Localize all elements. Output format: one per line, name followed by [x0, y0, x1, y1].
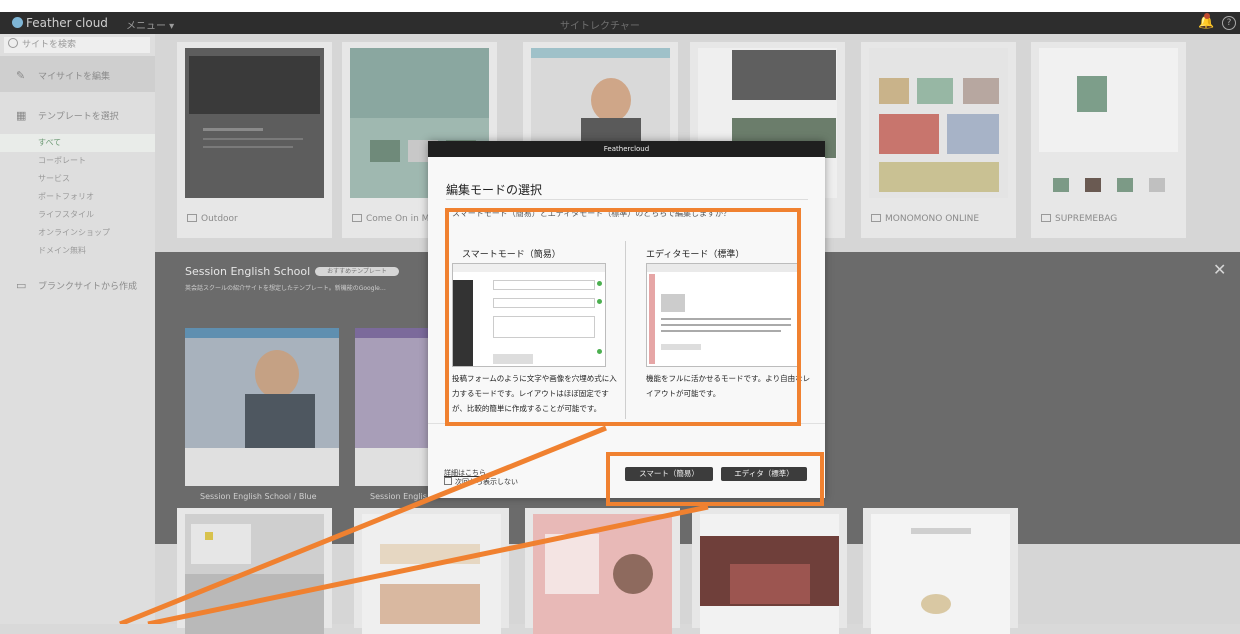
template-card[interactable]: [177, 508, 332, 634]
template-card[interactable]: [863, 508, 1018, 634]
sidebar-item-label: マイサイトを編集: [38, 72, 111, 82]
template-caption: SUPREMEBAG: [1041, 214, 1117, 224]
sidebar-item-my-sites[interactable]: ✎ マイサイトを編集: [0, 56, 155, 92]
search-placeholder: サイトを検索: [22, 40, 77, 50]
template-detail-title: Session English School: [185, 265, 311, 278]
template-card[interactable]: [525, 508, 680, 634]
feather-logo-icon: [12, 17, 23, 28]
category-all[interactable]: すべて: [0, 134, 155, 152]
dont-show-again-checkbox[interactable]: 次回から表示しない: [444, 477, 518, 487]
template-thumbnail: [533, 514, 672, 634]
template-row: [155, 508, 1240, 634]
template-thumbnail: [362, 514, 501, 634]
category-free-domain[interactable]: ドメイン無料: [0, 242, 155, 260]
category-lifestyle[interactable]: ライフスタイル: [0, 206, 155, 224]
template-card[interactable]: MONOMONO ONLINE: [861, 42, 1016, 238]
category-corporate[interactable]: コーポレート: [0, 152, 155, 170]
sidebar-item-choose-template[interactable]: ▦ テンプレートを選択: [0, 96, 155, 132]
highlight-mode-options: [445, 208, 801, 426]
dialog-header: Feathercloud: [428, 141, 825, 157]
checkbox-icon: [444, 477, 452, 485]
browser-chrome-strip: [0, 0, 1240, 12]
template-thumbnail: [869, 48, 1008, 198]
template-card[interactable]: SUPREMEBAG: [1031, 42, 1186, 238]
notification-badge: [1204, 13, 1210, 19]
template-card[interactable]: [692, 508, 847, 634]
template-thumbnail: [1039, 48, 1178, 198]
search-icon: [8, 38, 18, 48]
template-grid-icon: ▦: [16, 109, 27, 122]
highlight-mode-buttons: [606, 452, 824, 506]
category-service[interactable]: サービス: [0, 170, 155, 188]
sidebar-item-label: テンプレートを選択: [38, 112, 119, 122]
app-logo-text: Feather cloud: [26, 16, 108, 30]
sidebar-item-label: ブランクサイトから作成: [38, 282, 138, 292]
category-online-shop[interactable]: オンラインショップ: [0, 224, 155, 242]
blank-site-icon: ▭: [16, 279, 27, 292]
checkbox-label: 次回から表示しない: [455, 478, 518, 486]
page-title: サイトレクチャー: [560, 21, 640, 32]
variant-caption: Session English School / Purple: [370, 492, 427, 501]
category-portfolio[interactable]: ポートフォリオ: [0, 188, 155, 206]
template-caption: MONOMONO ONLINE: [871, 214, 979, 224]
template-card[interactable]: Outdoor: [177, 42, 332, 238]
pencil-icon: ✎: [16, 69, 26, 82]
divider: [446, 199, 808, 200]
help-icon[interactable]: ?: [1222, 16, 1236, 30]
template-detail-description: 英会話スクールの紹介サイトを想定したテンプレート。新機能のGoogle…: [185, 285, 386, 292]
variant-thumbnail-blue[interactable]: [185, 328, 339, 486]
template-card[interactable]: [354, 508, 509, 634]
recommended-badge: おすすめテンプレート: [315, 267, 399, 276]
site-search-input[interactable]: サイトを検索: [4, 37, 150, 53]
template-thumbnail: [700, 514, 839, 634]
template-thumbnail: [185, 514, 324, 634]
topbar-inner: Feather cloud メニュー ▾ サイトレクチャー 🔔 ?: [0, 12, 1240, 34]
close-icon[interactable]: ✕: [1213, 260, 1226, 279]
notification-bell-icon[interactable]: 🔔: [1198, 13, 1214, 30]
variant-caption: Session English School / Blue: [200, 492, 317, 501]
menu-dropdown[interactable]: メニュー ▾: [126, 17, 174, 32]
app-logo[interactable]: Feather cloud: [12, 16, 108, 30]
dialog-title: 編集モードの選択: [446, 183, 543, 197]
template-caption: Outdoor: [187, 214, 238, 224]
app-topbar: Feather cloud メニュー ▾ サイトレクチャー 🔔 ?: [0, 0, 1240, 34]
sidebar: サイトを検索 ✎ マイサイトを編集 ▦ テンプレートを選択 すべて コーポレート…: [0, 34, 155, 624]
template-thumbnail: [871, 514, 1010, 634]
sidebar-item-create-blank[interactable]: ▭ ブランクサイトから作成: [0, 266, 155, 302]
template-thumbnail: [185, 48, 324, 198]
